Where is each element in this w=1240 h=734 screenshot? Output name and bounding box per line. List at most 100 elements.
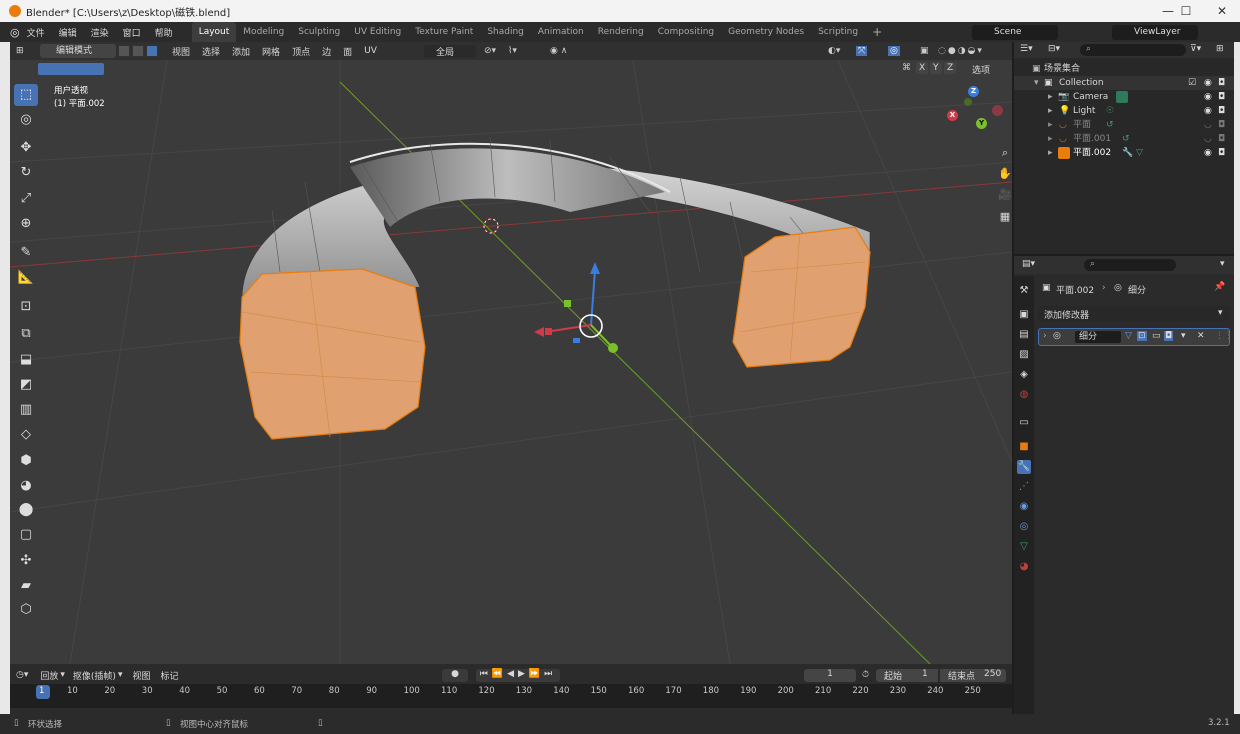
scene-tab-icon[interactable]: ◈ bbox=[1017, 368, 1031, 382]
menu-help[interactable]: 帮助 bbox=[148, 26, 180, 39]
selected-face-left[interactable] bbox=[239, 268, 426, 440]
current-frame-field[interactable]: 1 bbox=[804, 668, 856, 682]
options-dropdown[interactable]: 选项 bbox=[972, 63, 990, 76]
modifier-name-input[interactable]: 细分 bbox=[1075, 331, 1121, 343]
expand-arrow-icon[interactable]: ▸ bbox=[1048, 118, 1053, 132]
outliner-row-collection[interactable]: ▾ ▣ Collection ☑ ◉ ◘ bbox=[1014, 76, 1234, 90]
camera-render-icon[interactable]: ◘ bbox=[1218, 104, 1225, 118]
menu-window[interactable]: 窗口 bbox=[116, 26, 148, 39]
blender-menu-icon[interactable]: ◎ bbox=[10, 26, 20, 39]
inset-tool-icon[interactable]: ⬓ bbox=[14, 349, 38, 371]
mode-selector[interactable]: 编辑模式 bbox=[40, 44, 116, 58]
tool-tab-icon[interactable]: ⚒ bbox=[1017, 284, 1031, 298]
camera-render-icon[interactable]: ◘ bbox=[1218, 132, 1225, 146]
viewport-menu-mesh[interactable]: 网格 bbox=[256, 45, 286, 58]
knife-tool-icon[interactable]: ◇ bbox=[14, 424, 38, 446]
select-box-tool-icon[interactable]: ⬚ bbox=[14, 84, 38, 106]
camera-render-icon[interactable]: ◘ bbox=[1218, 90, 1225, 104]
timeline-editor-icon[interactable]: ◷▾ bbox=[16, 670, 28, 680]
eye-icon[interactable]: ◉ bbox=[1204, 76, 1212, 90]
drag-handle-icon[interactable]: ⋮⋮ bbox=[1215, 331, 1233, 341]
viewport-menu-vertex[interactable]: 顶点 bbox=[286, 45, 316, 58]
xray-icon[interactable]: ▣ bbox=[920, 46, 929, 56]
ortho-grid-icon[interactable]: ▦ bbox=[996, 208, 1012, 226]
chevron-down-icon[interactable]: ▾ bbox=[1181, 331, 1186, 341]
pivot-icon[interactable]: ⊘▾ bbox=[484, 46, 496, 56]
gizmo-toggle-icon[interactable]: ⤧ bbox=[856, 46, 868, 56]
viewport-toggle-icon[interactable]: ▭ bbox=[1152, 331, 1161, 341]
output-tab-icon[interactable]: ▤ bbox=[1017, 328, 1031, 342]
start-frame-field[interactable]: 起始 1 bbox=[876, 668, 938, 682]
chevron-down-icon[interactable]: ▾ bbox=[1220, 259, 1225, 269]
new-collection-icon[interactable]: ⊞ bbox=[1216, 44, 1224, 54]
expand-arrow-icon[interactable]: › bbox=[1043, 331, 1047, 341]
menu-edit[interactable]: 编辑 bbox=[52, 26, 84, 39]
eye-hidden-icon[interactable]: ◡ bbox=[1204, 118, 1212, 132]
proportional-edit-icon[interactable]: ◉ ∧ bbox=[550, 46, 567, 56]
menu-file[interactable]: 文件 bbox=[20, 26, 52, 39]
tab-uv-editing[interactable]: UV Editing bbox=[347, 22, 408, 42]
gizmo-y-axis[interactable]: Y bbox=[976, 118, 987, 129]
shear-tool-icon[interactable]: ▰ bbox=[14, 575, 38, 597]
edge-slide-tool-icon[interactable]: ▢ bbox=[14, 524, 38, 546]
edit-mode-toggle-icon[interactable]: ▽ bbox=[1125, 331, 1132, 341]
eye-icon[interactable]: ◉ bbox=[1204, 146, 1212, 160]
viewlayer-selector[interactable]: ViewLayer bbox=[1112, 25, 1198, 40]
eye-hidden-icon[interactable]: ◡ bbox=[1204, 132, 1212, 146]
expand-arrow-icon[interactable]: ▸ bbox=[1048, 104, 1053, 118]
camera-data-icon[interactable] bbox=[1116, 91, 1128, 103]
tab-scripting[interactable]: Scripting bbox=[811, 22, 865, 42]
timeline-menu-playback[interactable]: 回放 bbox=[40, 669, 58, 682]
mirror-y-toggle[interactable]: Y bbox=[930, 62, 942, 74]
camera-render-icon[interactable]: ◘ bbox=[1218, 118, 1225, 132]
end-frame-field[interactable]: 结束点 250 bbox=[940, 668, 1006, 682]
outliner-row-plane-002[interactable]: ▸ 平面.002 🔧 ▽ ◉ ◘ bbox=[1014, 146, 1234, 160]
particles-tab-icon[interactable]: ⋰ bbox=[1017, 480, 1031, 494]
remove-modifier-icon[interactable]: ✕ bbox=[1197, 331, 1205, 341]
frame-ruler[interactable]: 1 10 20 30 40 50 60 70 80 90 100 110 120 130 140 150 160… bbox=[10, 684, 1012, 708]
editor-type-icon[interactable]: ⊞ bbox=[16, 46, 24, 56]
pin-icon[interactable]: 📌 bbox=[1214, 282, 1225, 292]
gizmo-z-axis[interactable]: Z bbox=[968, 86, 979, 97]
selected-face-right[interactable] bbox=[732, 226, 871, 368]
add-modifier-dropdown[interactable]: 添加修改器 ▾ bbox=[1038, 306, 1230, 321]
measure-tool-icon[interactable]: 📐 bbox=[14, 267, 38, 289]
viewport-menu-view[interactable]: 视图 bbox=[166, 45, 196, 58]
select-face-button[interactable] bbox=[146, 45, 158, 57]
curve-data-icon[interactable]: ↺ bbox=[1106, 118, 1114, 132]
bevel-tool-icon[interactable]: ◩ bbox=[14, 374, 38, 396]
properties-search-input[interactable] bbox=[1084, 259, 1176, 271]
select-vertex-button[interactable] bbox=[118, 45, 130, 57]
expand-arrow-icon[interactable]: ▸ bbox=[1048, 90, 1053, 104]
physics-tab-icon[interactable]: ◉ bbox=[1017, 500, 1031, 514]
rip-tool-icon[interactable]: ⬡ bbox=[14, 599, 38, 621]
expand-arrow-icon[interactable]: ▸ bbox=[1048, 146, 1053, 160]
snap-icon[interactable]: ⌇▾ bbox=[508, 46, 517, 56]
expand-arrow-icon[interactable]: ▸ bbox=[1048, 132, 1053, 146]
modifier-panel-subdivision[interactable]: › ◎ 细分 ▽ ⊡ ▭ ◘ ▾ ✕ ⋮⋮ bbox=[1038, 328, 1233, 346]
record-button-icon[interactable]: ● bbox=[442, 668, 468, 682]
scene-selector[interactable]: Scene bbox=[972, 25, 1058, 40]
select-mode-toggles[interactable] bbox=[38, 63, 104, 75]
poly-build-tool-icon[interactable]: ⬢ bbox=[14, 450, 38, 472]
light-data-icon[interactable]: ☉ bbox=[1106, 104, 1114, 118]
rotate-tool-icon[interactable]: ↻ bbox=[14, 162, 38, 184]
tab-layout[interactable]: Layout bbox=[191, 22, 237, 42]
orientation-selector[interactable]: 全局 bbox=[424, 44, 476, 58]
shading-mode-icons[interactable]: ◌●◑◒▾ bbox=[938, 46, 984, 56]
select-edge-button[interactable] bbox=[132, 45, 144, 57]
shrink-fatten-tool-icon[interactable]: ✣ bbox=[14, 550, 38, 572]
add-workspace-icon[interactable]: + bbox=[865, 22, 889, 42]
cursor-tool-icon[interactable]: ◎ bbox=[14, 109, 38, 131]
annotate-tool-icon[interactable]: ✎ bbox=[14, 242, 38, 264]
render-toggle-icon[interactable]: ◘ bbox=[1164, 331, 1174, 341]
camera-render-icon[interactable]: ◘ bbox=[1218, 146, 1225, 160]
object-tab-icon[interactable]: ■ bbox=[1017, 440, 1031, 454]
3d-viewport[interactable]: ⊞ 编辑模式 视图 选择 添加 网格 顶点 边 面 UV 全局 ⊘▾ ⌇▾ ◉ … bbox=[10, 42, 1012, 664]
collection-tab-icon[interactable]: ▭ bbox=[1017, 416, 1031, 430]
outliner-row-plane[interactable]: ▸ ◡ 平面 ↺ ◡ ◘ bbox=[1014, 118, 1234, 132]
tab-rendering[interactable]: Rendering bbox=[591, 22, 651, 42]
properties-editor-icon[interactable]: ▤▾ bbox=[1022, 259, 1035, 269]
maximize-button[interactable]: ☐ bbox=[1168, 0, 1204, 22]
smooth-tool-icon[interactable]: ⬤ bbox=[14, 499, 38, 521]
